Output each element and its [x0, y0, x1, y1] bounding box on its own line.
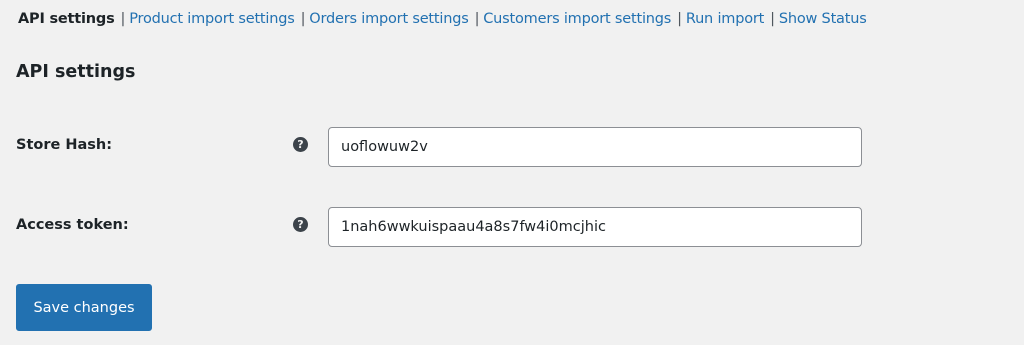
- access-token-input[interactable]: [328, 207, 862, 247]
- subnav-item-run-import[interactable]: Run import: [686, 11, 764, 27]
- subnav-separator: |: [677, 11, 682, 27]
- subnav-item-api-settings[interactable]: API settings: [18, 11, 115, 27]
- subnav-item-orders-import-settings[interactable]: Orders import settings: [309, 11, 468, 27]
- question-circle-icon[interactable]: ?: [293, 217, 308, 232]
- subnav-item-show-status[interactable]: Show Status: [779, 11, 867, 27]
- settings-subnav: API settings | Product import settings | Ord…: [18, 9, 867, 29]
- access-token-label: Access token:: [16, 217, 129, 233]
- subnav-separator: |: [770, 11, 775, 27]
- save-changes-button[interactable]: Save changes: [16, 284, 152, 331]
- store-hash-input[interactable]: [328, 127, 862, 167]
- section-title: API settings: [16, 62, 136, 82]
- question-circle-icon[interactable]: ?: [293, 137, 308, 152]
- subnav-item-product-import-settings[interactable]: Product import settings: [129, 11, 295, 27]
- store-hash-row: Store Hash: ?: [0, 127, 1024, 167]
- subnav-separator: |: [120, 11, 126, 27]
- subnav-separator: |: [474, 11, 480, 27]
- subnav-separator: |: [300, 11, 306, 27]
- store-hash-label: Store Hash:: [16, 137, 113, 153]
- access-token-row: Access token: ?: [0, 207, 1024, 247]
- subnav-item-customers-import-settings[interactable]: Customers import settings: [483, 11, 671, 27]
